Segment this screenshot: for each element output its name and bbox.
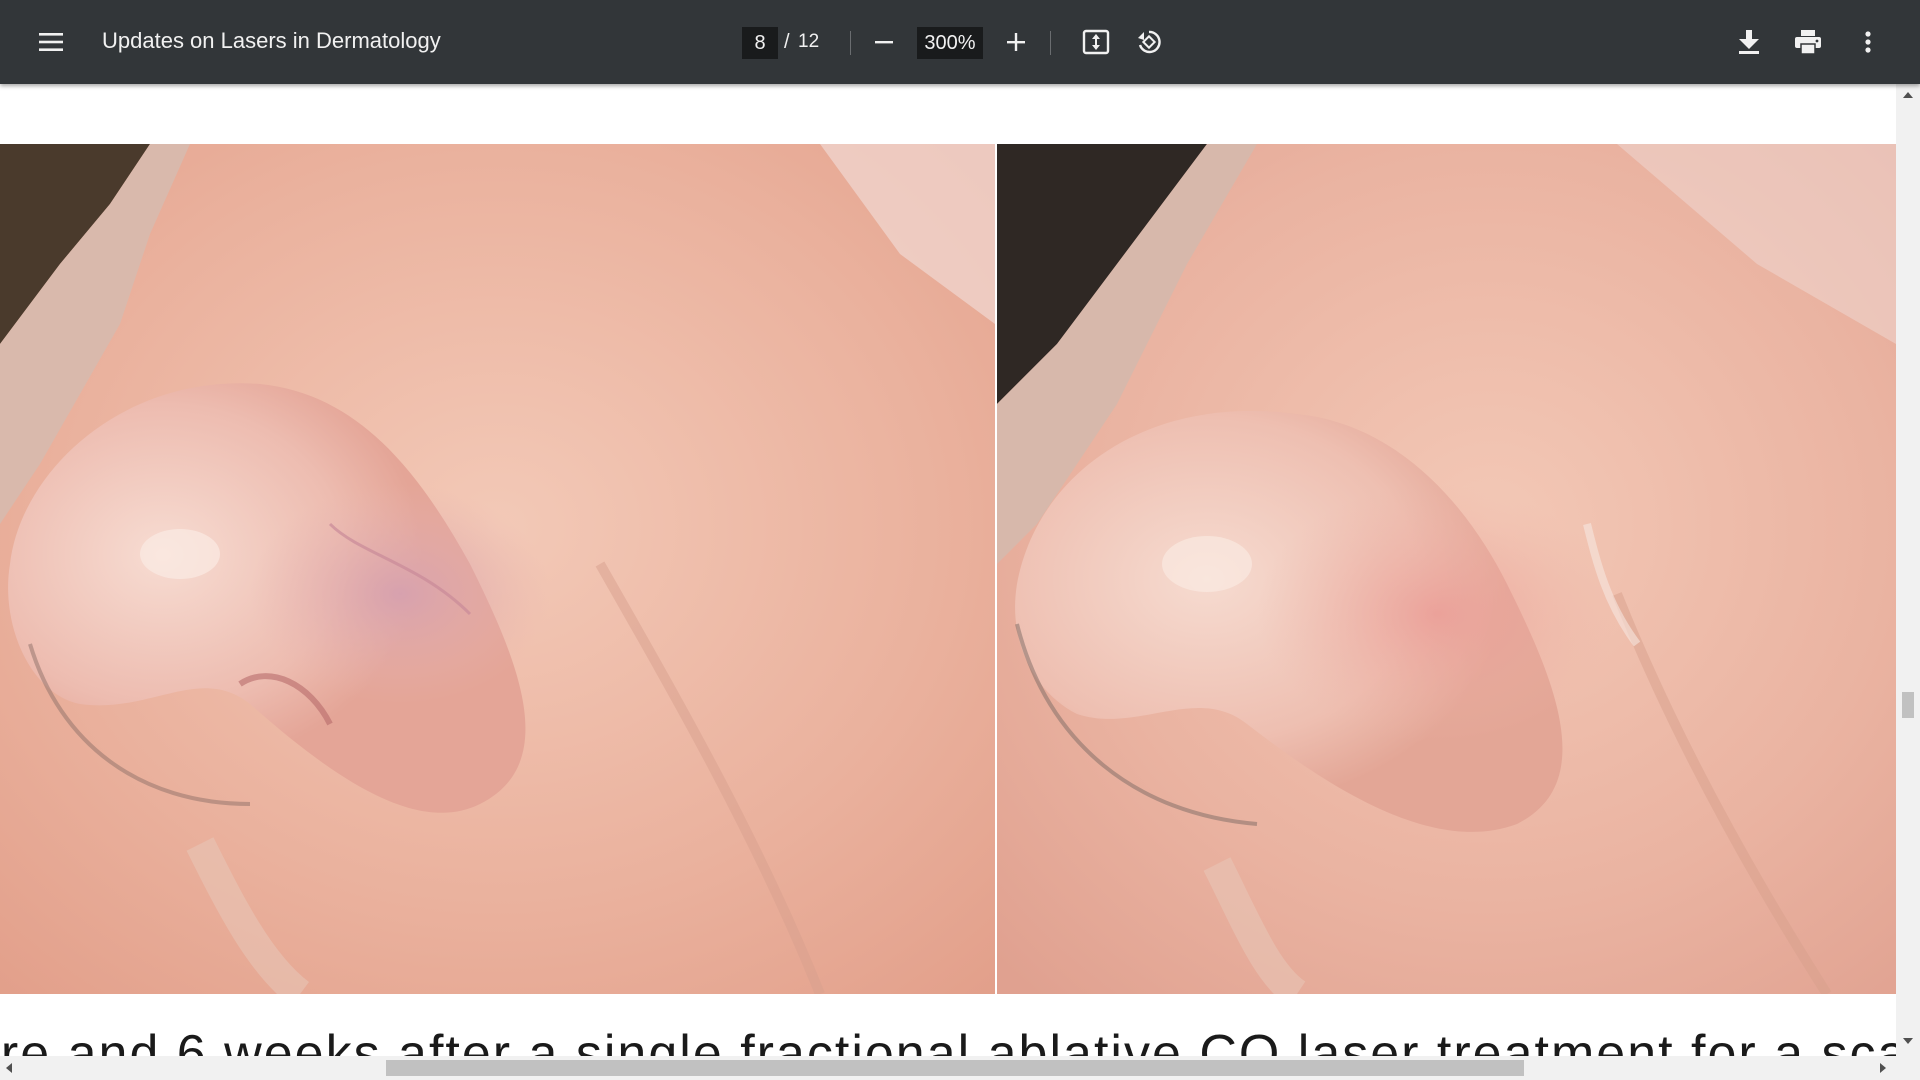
vertical-scrollbar-thumb[interactable] — [1902, 692, 1914, 718]
menu-button[interactable] — [27, 18, 75, 66]
page-number-input[interactable]: 8 — [742, 27, 778, 59]
pdf-toolbar: Updates on Lasers in Dermatology 8 / 12 … — [0, 0, 1920, 84]
page-separator: / — [784, 31, 790, 53]
print-icon — [1795, 30, 1821, 55]
zoom-input[interactable]: 300% — [917, 27, 983, 59]
rotate-button[interactable] — [1125, 18, 1173, 66]
document-title: Updates on Lasers in Dermatology — [102, 28, 441, 53]
download-icon — [1739, 30, 1759, 54]
rotate-counterclockwise-icon — [1138, 30, 1161, 54]
zoom-in-button[interactable] — [992, 18, 1040, 66]
after-treatment-photo — [997, 144, 1896, 994]
toolbar-divider — [850, 31, 851, 55]
scroll-up-arrow-icon[interactable] — [1903, 92, 1913, 98]
nose-scar-after-image — [997, 144, 1896, 994]
before-treatment-photo — [0, 144, 995, 994]
zoom-out-button[interactable] — [860, 18, 908, 66]
plus-icon — [1007, 33, 1025, 51]
fit-to-page-button[interactable] — [1072, 18, 1120, 66]
page-total: 12 — [798, 31, 820, 52]
more-actions-button[interactable] — [1844, 18, 1892, 66]
vertical-scrollbar[interactable] — [1896, 84, 1920, 1056]
scroll-down-arrow-icon[interactable] — [1903, 1038, 1913, 1044]
scroll-left-arrow-icon[interactable] — [6, 1063, 12, 1073]
download-button[interactable] — [1725, 18, 1773, 66]
horizontal-scrollbar[interactable] — [0, 1056, 1920, 1080]
print-button[interactable] — [1784, 18, 1832, 66]
minus-icon — [875, 41, 893, 44]
document-viewport[interactable]: ore and 6 weeks after a single fractiona… — [0, 84, 1896, 1056]
toolbar-divider — [1050, 31, 1051, 55]
scroll-right-arrow-icon[interactable] — [1880, 1063, 1886, 1073]
figure-caption: ore and 6 weeks after a single fractiona… — [0, 1025, 1896, 1056]
fit-to-page-icon — [1082, 29, 1110, 55]
more-vertical-icon — [1865, 31, 1871, 53]
nose-scar-before-image — [0, 144, 995, 994]
image-separator — [995, 144, 996, 994]
horizontal-scrollbar-thumb[interactable] — [386, 1060, 1524, 1076]
hamburger-menu-icon — [39, 33, 63, 51]
